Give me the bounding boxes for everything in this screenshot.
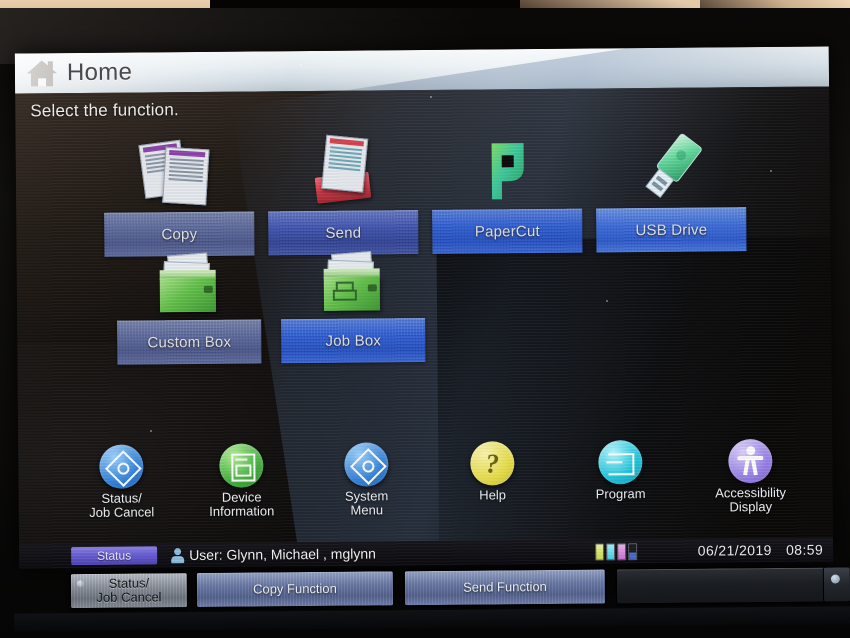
- question-mark-icon: ?: [470, 441, 515, 486]
- system-menu-diamond-icon: [344, 442, 389, 487]
- taskbar-status-job-cancel[interactable]: Status/ Job Cancel: [69, 572, 189, 610]
- send-tray-icon: [303, 132, 382, 211]
- utility-status-job-cancel-label-2: Job Cancel: [89, 504, 155, 520]
- home-icon: [26, 59, 57, 87]
- tile-usb-drive[interactable]: USB Drive: [595, 127, 747, 253]
- utility-program[interactable]: Program: [565, 440, 676, 502]
- toner-level-indicator: [595, 543, 638, 561]
- taskbar-send-function[interactable]: Send Function: [403, 568, 607, 607]
- tile-papercut-label: PaperCut: [432, 208, 583, 254]
- tile-send[interactable]: Send: [267, 130, 419, 256]
- function-tile-grid: Copy Send PaperCut USB Drive Custom Box …: [15, 126, 832, 443]
- toner-magenta: [617, 543, 627, 561]
- prompt-text: Select the function.: [30, 100, 179, 121]
- hardware-taskbar: Status/ Job Cancel Copy Function Send Fu…: [14, 566, 850, 632]
- green-job-box-icon: [312, 251, 395, 319]
- taskbar-copy-function[interactable]: Copy Function: [195, 570, 395, 609]
- papercut-logo-svg: [491, 143, 524, 200]
- current-time: 08:59: [786, 541, 824, 558]
- toner-black: [628, 543, 638, 561]
- date-time: 06/21/2019 08:59: [688, 542, 824, 559]
- status-badge[interactable]: Status: [71, 546, 158, 566]
- utility-device-information[interactable]: Device Information: [186, 443, 297, 519]
- tile-copy[interactable]: Copy: [103, 131, 255, 257]
- taskbar-empty-slot[interactable]: [615, 566, 827, 605]
- device-info-icon: [219, 443, 264, 488]
- tile-copy-label: Copy: [104, 211, 255, 257]
- utility-accessibility-display[interactable]: Accessibility Display: [695, 438, 806, 515]
- printer-glyph-icon: [332, 281, 357, 301]
- utility-status-job-cancel[interactable]: Status/ Job Cancel: [66, 444, 177, 520]
- tile-usb-drive-label: USB Drive: [596, 207, 747, 253]
- utility-program-label-1: Program: [595, 486, 646, 502]
- papercut-logo-icon: [468, 135, 547, 208]
- touchscreen-photo: Home Select the function. Copy Send Pape…: [0, 0, 850, 638]
- logged-in-user: User: Glynn, Michael , mglynn: [189, 545, 376, 564]
- toner-cyan: [606, 543, 616, 561]
- taskbar-status-job-cancel-label-2: Job Cancel: [96, 589, 162, 605]
- taskbar-copy-function-label: Copy Function: [252, 580, 337, 597]
- utility-accessibility-display-label-2: Display: [729, 498, 773, 515]
- taskbar-edge-button[interactable]: [822, 566, 850, 603]
- documents-icon: [138, 134, 218, 213]
- usb-drive-icon: [627, 129, 714, 208]
- utility-help[interactable]: ? Help: [437, 441, 548, 503]
- page-title: Home: [66, 58, 133, 87]
- utility-device-information-label-2: Information: [209, 503, 275, 519]
- tile-job-box-label: Job Box: [281, 317, 426, 364]
- status-diamond-icon: [99, 444, 144, 489]
- lcd-screen: Home Select the function. Copy Send Pape…: [14, 46, 834, 569]
- taskbar-send-function-label: Send Function: [462, 578, 547, 595]
- tile-custom-box-label: Custom Box: [117, 319, 262, 365]
- user-icon: [171, 548, 184, 563]
- utility-icon-row: Status/ Job Cancel Device Information Sy…: [18, 438, 833, 523]
- taskbar-indicator-dot: [76, 580, 84, 588]
- tile-custom-box[interactable]: Custom Box: [117, 252, 262, 365]
- green-box-icon: [148, 252, 231, 321]
- utility-system-menu-label-2: Menu: [350, 502, 384, 518]
- title-bar: Home: [14, 46, 830, 94]
- tile-papercut[interactable]: PaperCut: [431, 129, 583, 254]
- usb-drive-svg: [645, 133, 702, 199]
- current-date: 06/21/2019: [697, 541, 772, 559]
- toner-yellow: [595, 543, 605, 561]
- tile-send-label: Send: [268, 210, 419, 256]
- screen-body: Select the function. Copy Send PaperCut …: [14, 46, 834, 569]
- utility-system-menu[interactable]: System Menu: [311, 442, 422, 518]
- tile-job-box[interactable]: Job Box: [281, 251, 426, 364]
- utility-help-label-1: Help: [479, 487, 507, 503]
- program-arrow-icon: [598, 440, 643, 485]
- accessibility-person-icon: [728, 438, 773, 484]
